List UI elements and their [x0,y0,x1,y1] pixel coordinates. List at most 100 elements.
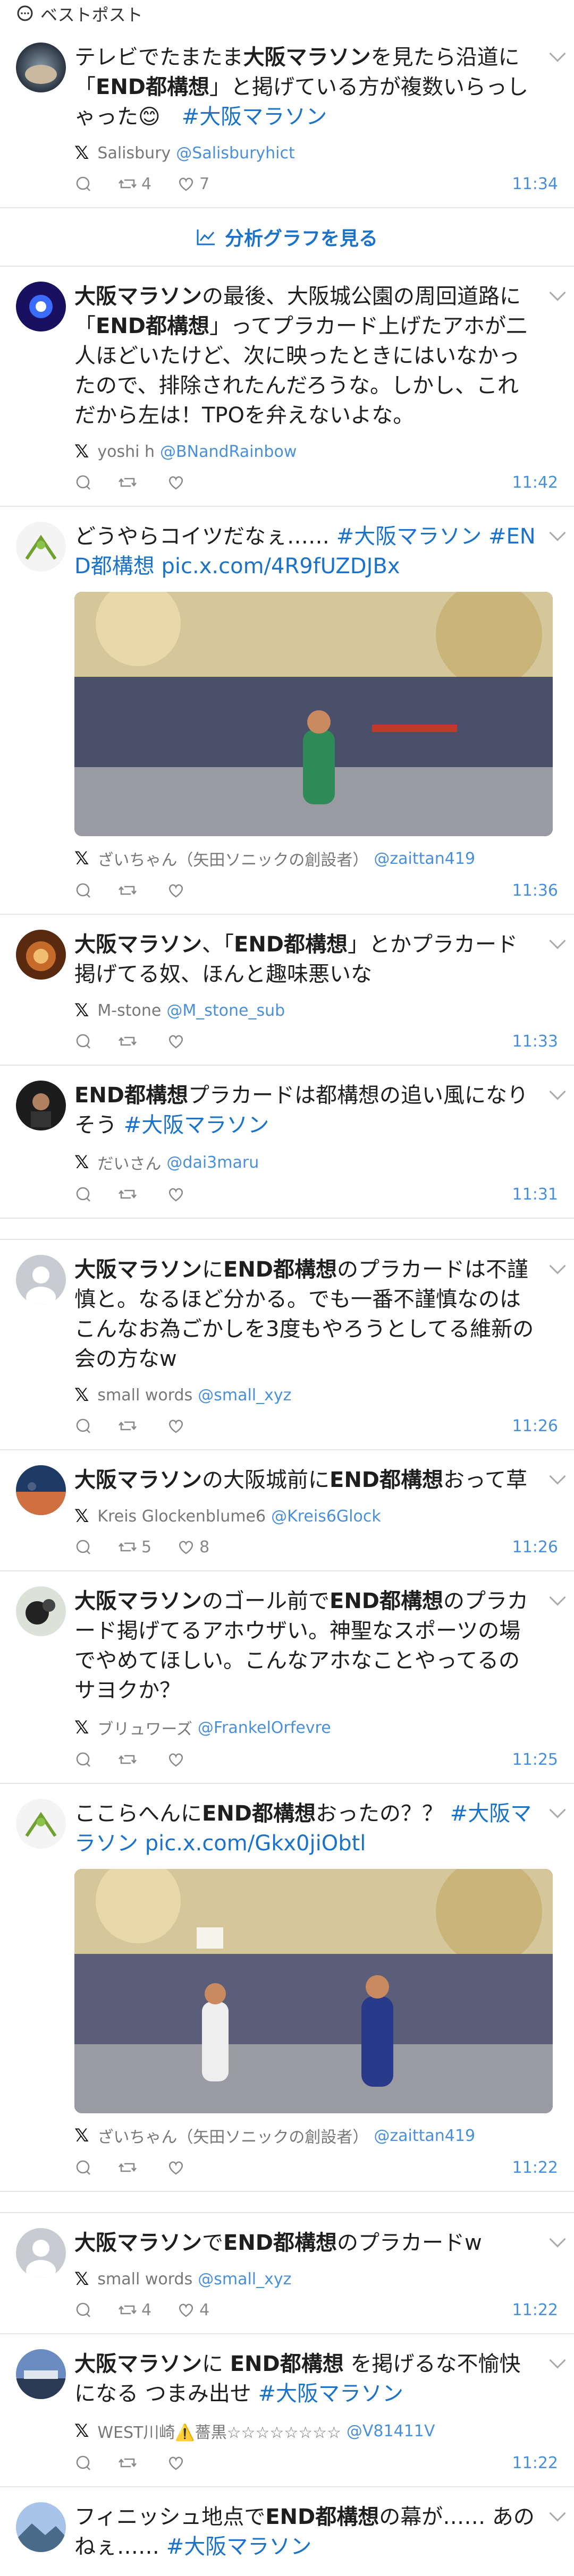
avatar[interactable] [16,282,66,331]
like-button[interactable] [167,881,189,899]
post-source[interactable]: 𝕏 ざいちゃん（矢田ソニックの創設者） @zaittan419 [74,847,537,870]
chevron-down-icon[interactable] [549,524,566,541]
retweet-button[interactable] [118,1750,141,1769]
retweet-button[interactable] [118,1417,141,1435]
like-button[interactable] [167,2454,189,2472]
post-time[interactable]: 11:26 [512,1417,558,1435]
post-card[interactable]: 大阪マラソンのゴール前でEND都構想のプラカード掲げてるアホウザい。神聖なスポー… [0,1571,574,1784]
avatar[interactable] [16,2502,66,2552]
reply-button[interactable] [74,1185,92,1203]
author-handle[interactable]: @zaittan419 [374,2127,475,2145]
retweet-button[interactable] [118,1185,141,1203]
like-button[interactable] [167,1185,189,1203]
author-handle[interactable]: @dai3maru [166,1153,259,1172]
post-card[interactable]: フィニッシュ地点でEND都構想の幕が…… あのねぇ…… #大阪マラソン 𝕏 マルス1… [0,2487,574,2576]
post-time[interactable]: 11:42 [512,473,558,492]
hashtag-link[interactable]: #大阪マラソン [182,105,327,129]
post-card[interactable]: どうやらコイツだなぇ…… #大阪マラソン #END都構想 pic.x.com/4… [0,507,574,915]
post-source[interactable]: 𝕏 ブリュワーズ @FrankelOrfevre [74,1716,537,1739]
like-button[interactable] [167,2158,189,2177]
retweet-button[interactable]: 4 [118,2301,151,2319]
reply-button[interactable] [74,1750,92,1769]
like-button[interactable]: 8 [177,1538,209,1557]
reply-button[interactable] [74,1032,92,1050]
reply-button[interactable] [74,1538,92,1556]
chevron-down-icon[interactable] [549,1589,566,1606]
reply-button[interactable] [74,175,92,193]
like-button[interactable] [167,1032,189,1050]
author-handle[interactable]: @small_xyz [198,2270,291,2289]
author-handle[interactable]: @small_xyz [198,1386,291,1405]
reply-button[interactable] [74,2158,92,2177]
hashtag-link[interactable]: pic.x.com/4R9fUZDJBx [162,554,400,579]
avatar[interactable] [16,1586,66,1636]
author-handle[interactable]: @Salisburyhict [176,144,294,163]
chevron-down-icon[interactable] [549,2505,566,2522]
avatar[interactable] [16,1255,66,1305]
post-source[interactable]: 𝕏マルス133@d51c57c61 [74,2572,537,2576]
author-handle[interactable]: @Kreis6Glock [271,1507,381,1526]
chevron-down-icon[interactable] [549,45,566,62]
like-button[interactable] [167,1417,189,1435]
post-card[interactable]: 大阪マラソンの大阪城前にEND都構想おって草 𝕏 Kreis Glockenblum… [0,1450,574,1571]
post-source[interactable]: 𝕏 Salisbury @Salisburyhict [74,142,537,164]
chevron-down-icon[interactable] [549,1801,566,1818]
author-handle[interactable]: @V81411V [347,2422,435,2441]
chevron-down-icon[interactable] [549,1257,566,1274]
post-card[interactable]: ここらへんにEND都構想おったの？？ #大阪マラソン pic.x.com/Gkx… [0,1784,574,2192]
like-button[interactable] [167,473,189,491]
post-time[interactable]: 11:33 [512,1032,558,1051]
retweet-button[interactable] [118,2158,141,2177]
post-source[interactable]: 𝕏 WEST川崎⚠️薔黒☆☆☆☆☆☆☆☆ @V81411V [74,2419,537,2443]
like-button[interactable] [167,1750,189,1769]
hashtag-link[interactable]: #大阪マラソン [258,2382,403,2406]
author-handle[interactable]: @zaittan419 [374,849,475,868]
post-time[interactable]: 11:26 [512,1538,558,1557]
chevron-down-icon[interactable] [549,2352,566,2369]
like-button[interactable]: 4 [177,2301,209,2319]
post-card[interactable]: 大阪マラソンの最後、大阪城公園の周回道路に「END都構想」ってプラカード上げたア… [0,267,574,507]
reply-button[interactable] [74,2301,92,2319]
post-card[interactable]: 大阪マラソンに END都構想 を掲げるな不愉快になる つまみ出せ #大阪マラソン… [0,2334,574,2487]
retweet-button[interactable] [118,2454,141,2472]
retweet-button[interactable] [118,1032,141,1050]
avatar[interactable] [16,522,66,572]
post-card[interactable]: テレビでたまたま大阪マラソンを見たら沿道に「END都構想」と掲げている方が複数い… [0,28,574,208]
avatar[interactable] [16,2228,66,2278]
post-source[interactable]: 𝕏 ざいちゃん（矢田ソニックの創設者） @zaittan419 [74,2124,537,2147]
avatar[interactable] [16,1081,66,1130]
reply-button[interactable] [74,2454,92,2472]
post-time[interactable]: 11:22 [512,2454,558,2472]
avatar[interactable] [16,42,66,92]
chevron-down-icon[interactable] [549,932,566,949]
post-source[interactable]: 𝕏 だいさん @dai3maru [74,1151,537,1174]
post-card[interactable]: 大阪マラソンでEND都構想のプラカードw 𝕏small words @small_x… [0,2213,574,2334]
post-source[interactable]: 𝕏 Kreis Glockenblume6 @Kreis6Glock [74,1506,537,1527]
retweet-button[interactable] [118,473,141,491]
avatar[interactable] [16,1799,66,1849]
author-handle[interactable]: @FrankelOrfevre [198,1719,331,1737]
chevron-down-icon[interactable] [549,284,566,301]
post-time[interactable]: 11:22 [512,2158,558,2177]
reply-button[interactable] [74,1417,92,1435]
post-source[interactable]: 𝕏small words @small_xyz [74,2268,537,2290]
reply-button[interactable] [74,473,92,491]
post-time[interactable]: 11:34 [512,175,558,193]
reply-button[interactable] [74,881,92,899]
chevron-down-icon[interactable] [549,1083,566,1100]
post-time[interactable]: 11:36 [512,881,558,900]
chevron-down-icon[interactable] [549,2231,566,2248]
post-time[interactable]: 11:31 [512,1185,558,1204]
hashtag-link[interactable]: pic.x.com/Gkx0jiObtl [145,1831,366,1856]
post-card[interactable]: 大阪マラソン、「END都構想」とかプラカード掲げてる奴、ほんと趣味悪いな 𝕏 M-s… [0,915,574,1066]
post-card[interactable]: END都構想プラカードは都構想の追い風になりそう #大阪マラソン 𝕏 だいさん @da… [0,1066,574,1219]
post-time[interactable]: 11:22 [512,2301,558,2319]
post-card[interactable]: 大阪マラソンにEND都構想のプラカードは不謹慎と。なるほど分かる。でも一番不謹慎… [0,1240,574,1450]
analytics-graph-button[interactable]: 分析グラフを見る [0,208,574,267]
author-handle[interactable]: @M_stone_sub [166,1001,285,1020]
retweet-button[interactable]: 5 [118,1538,151,1557]
post-source[interactable]: 𝕏yoshi h @BNandRainbow [74,441,537,462]
author-handle[interactable]: @BNandRainbow [160,443,297,461]
post-time[interactable]: 11:25 [512,1750,558,1769]
post-source[interactable]: 𝕏small words @small_xyz [74,1384,537,1406]
